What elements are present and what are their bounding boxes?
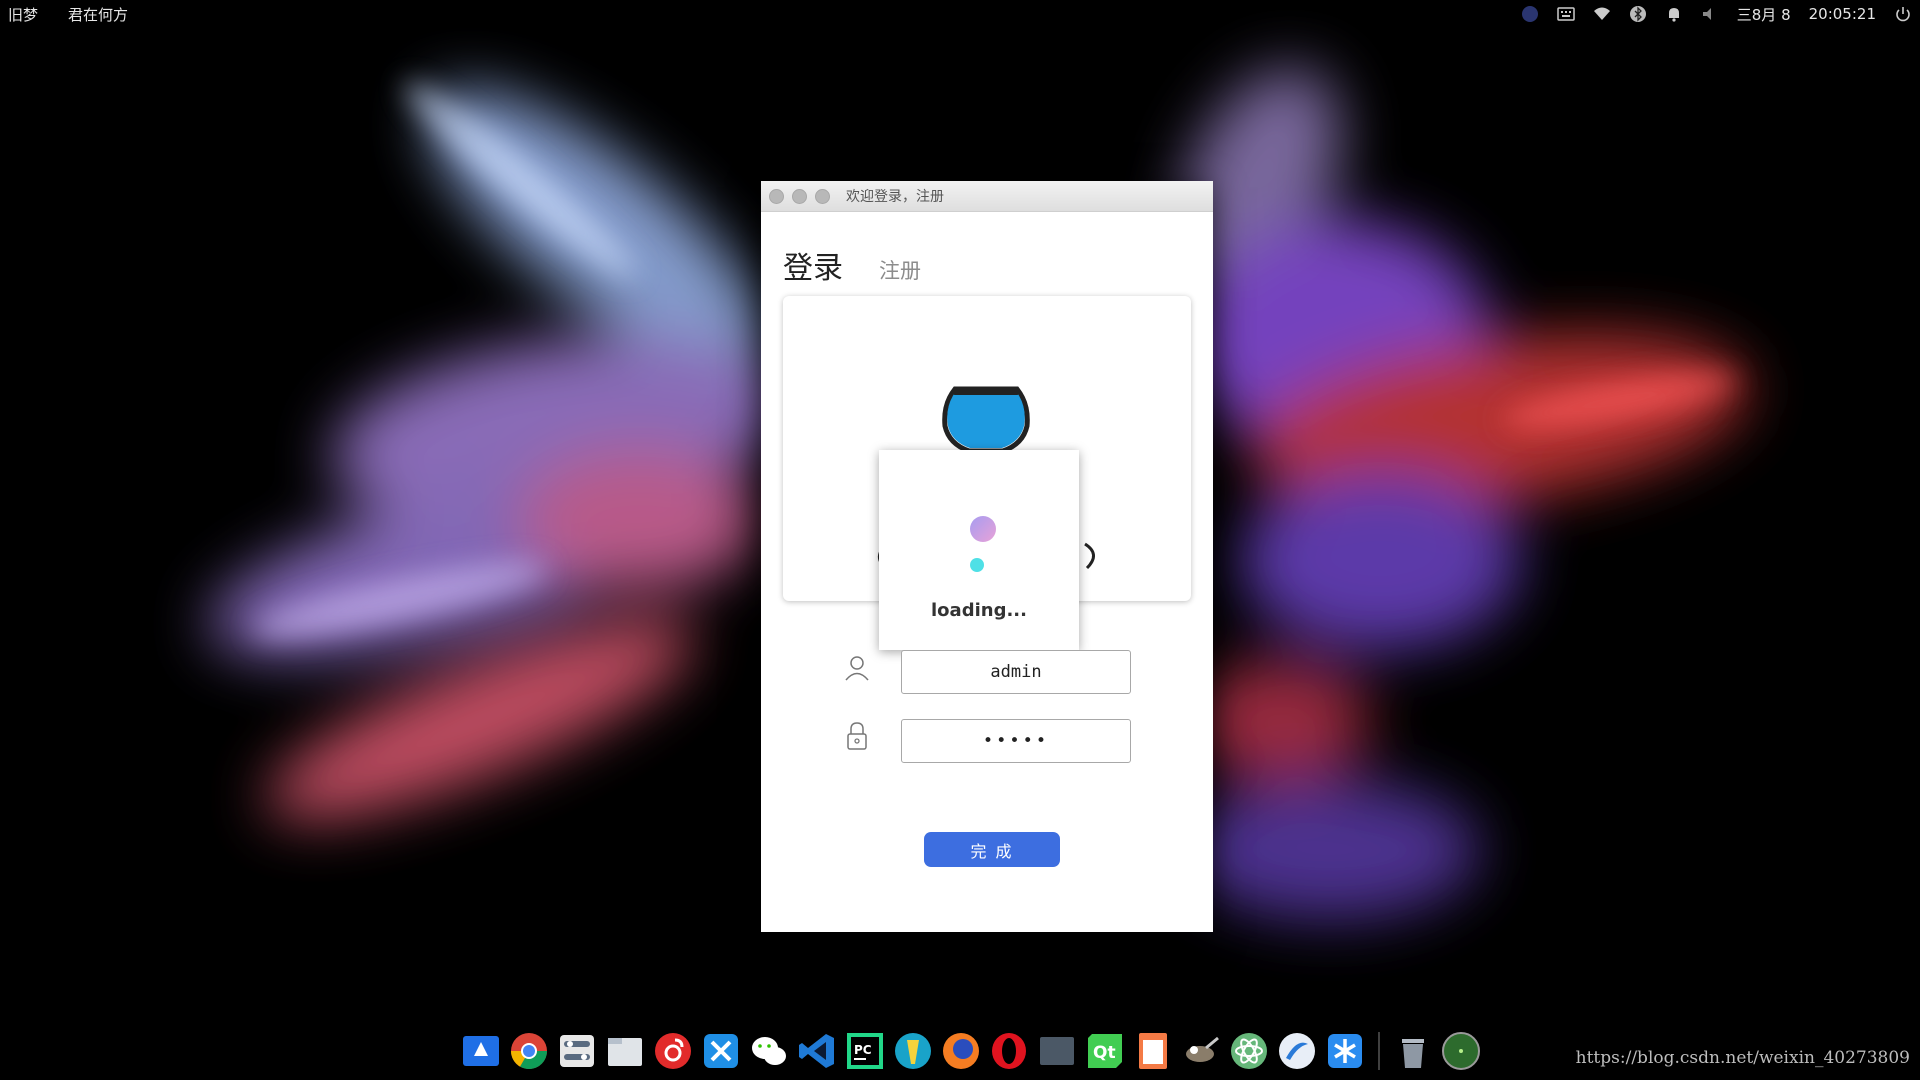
files-icon[interactable] <box>604 1030 646 1072</box>
svg-text:PC: PC <box>854 1043 872 1057</box>
tab-register[interactable]: 注册 <box>879 255 921 287</box>
vscode-icon[interactable] <box>796 1030 838 1072</box>
dock: PC Qt <box>460 1026 1482 1076</box>
login-window: 欢迎登录，注册 登录 注册 loading... admin ••••• 完 成 <box>761 181 1213 932</box>
window-titlebar[interactable]: 欢迎登录，注册 <box>761 181 1213 212</box>
window-title: 欢迎登录，注册 <box>846 189 944 205</box>
firefox-icon[interactable] <box>940 1030 982 1072</box>
xmind-blue-icon[interactable] <box>1324 1030 1366 1072</box>
terminal-icon[interactable] <box>1036 1030 1078 1072</box>
top-panel: 旧梦 君在何方 三8月 8 20:05:21 <box>0 0 1920 28</box>
username-input[interactable] <box>901 650 1131 694</box>
panel-item-junzaihefang[interactable]: 君在何方 <box>68 4 128 25</box>
wechat-icon[interactable] <box>748 1030 790 1072</box>
lock-icon <box>847 722 867 750</box>
xmind-icon[interactable] <box>700 1030 742 1072</box>
trash-icon[interactable] <box>1392 1030 1434 1072</box>
chrome-icon[interactable] <box>508 1030 550 1072</box>
system-icon[interactable] <box>1440 1030 1482 1072</box>
dock-separator <box>1378 1032 1380 1070</box>
opera-icon[interactable] <box>988 1030 1030 1072</box>
loading-text: loading... <box>931 600 1027 621</box>
maximize-window-button[interactable] <box>815 188 830 204</box>
avatar-icon[interactable] <box>1521 5 1539 23</box>
document-icon[interactable] <box>1132 1030 1174 1072</box>
password-input[interactable] <box>901 719 1131 763</box>
power-icon[interactable] <box>1894 5 1912 23</box>
volume-icon[interactable] <box>1701 5 1719 23</box>
keyboard-icon[interactable] <box>1557 5 1575 23</box>
auth-tabs: 登录 注册 <box>783 243 921 287</box>
tool-icon[interactable] <box>892 1030 934 1072</box>
atom-icon[interactable] <box>1228 1030 1270 1072</box>
wifi-icon[interactable] <box>1593 5 1611 23</box>
bluetooth-icon[interactable] <box>1629 5 1647 23</box>
panel-item-jiumeng[interactable]: 旧梦 <box>8 4 38 25</box>
user-icon <box>845 656 869 681</box>
close-window-button[interactable] <box>769 188 784 204</box>
gimp-icon[interactable] <box>1180 1030 1222 1072</box>
submit-button[interactable]: 完 成 <box>924 832 1060 867</box>
netease-music-icon[interactable] <box>652 1030 694 1072</box>
notification-bell-icon[interactable] <box>1665 5 1683 23</box>
watermark-url: https://blog.csdn.net/weixin_40273809 <box>1575 1048 1910 1068</box>
svg-text:Qt: Qt <box>1093 1043 1116 1063</box>
minimize-window-button[interactable] <box>792 188 807 204</box>
deepin-icon[interactable] <box>1276 1030 1318 1072</box>
tab-login[interactable]: 登录 <box>783 243 843 287</box>
pycharm-icon[interactable]: PC <box>844 1030 886 1072</box>
panel-time[interactable]: 20:05:21 <box>1809 5 1876 23</box>
launcher-icon[interactable] <box>460 1030 502 1072</box>
settings-icon[interactable] <box>556 1030 598 1072</box>
desktop: 旧梦 君在何方 三8月 8 20:05:21 欢迎登录，注册 登录 注册 loa… <box>0 0 1920 1080</box>
panel-date[interactable]: 三8月 8 <box>1737 4 1791 25</box>
qt-icon[interactable]: Qt <box>1084 1030 1126 1072</box>
loading-overlay: loading... <box>879 450 1079 650</box>
